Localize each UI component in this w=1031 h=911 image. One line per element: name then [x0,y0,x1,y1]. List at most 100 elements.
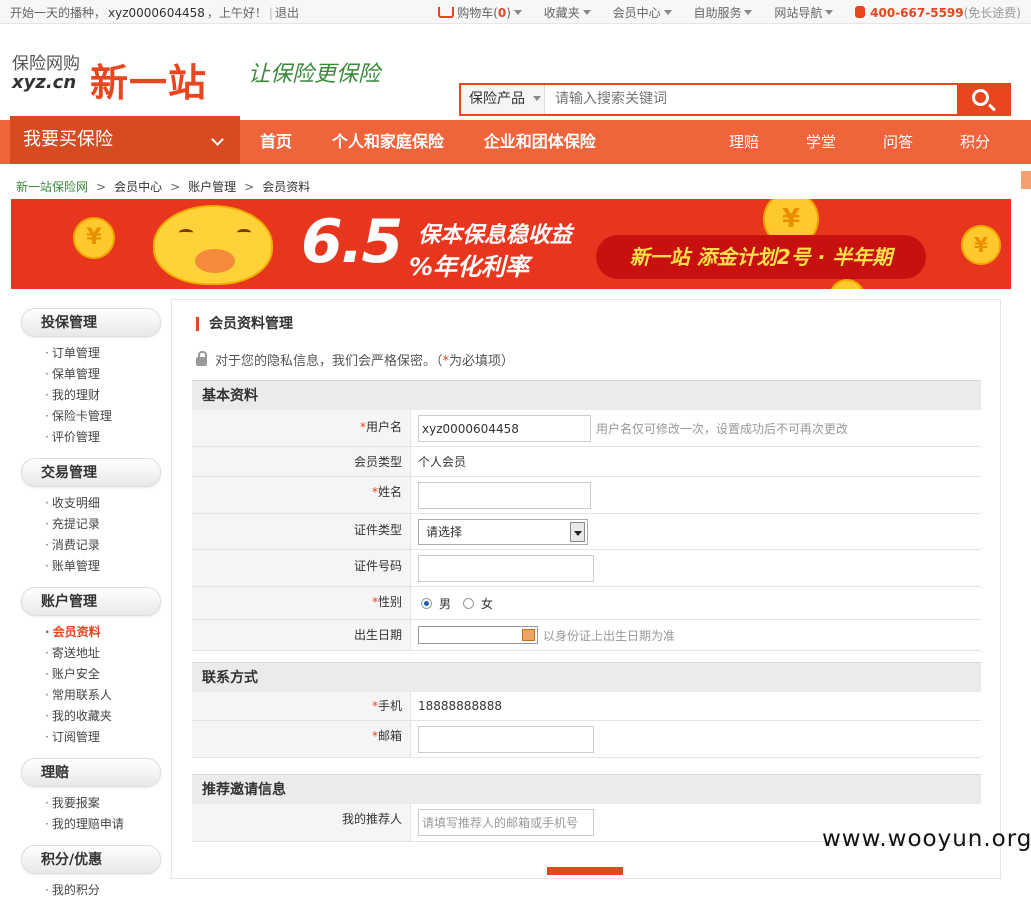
field-label: 我的推荐人 [192,804,411,841]
scrollbar-thumb[interactable] [1021,171,1031,189]
birth-date-hint: 以身份证上出生日期为准 [543,628,676,643]
search-input[interactable] [545,85,957,114]
save-button[interactable] [547,867,623,875]
nav-enterprise-insurance[interactable]: 企业和团体保险 [484,132,596,151]
nav-points[interactable]: 积分 [960,133,990,151]
chevron-down-icon [582,10,591,15]
breadcrumb: 新一站保险网 > 会员中心 > 账户管理 > 会员资料 [16,180,311,194]
section-heading: 推荐邀请信息 [192,774,981,804]
top-bar: 开始一天的播种， xyz0000604458 ，上午好！ | 退出 购物车(0) 收藏夹… [0,0,1031,24]
chevron-down-icon [513,10,522,15]
sidebar-item-report[interactable]: 我要报案 [45,793,161,814]
profile-panel: 会员资料管理 对于您的隐私信息，我们会严格保密。（*为必填项） 基本资料 *用户… [171,299,1001,879]
basic-info-section: 基本资料 *用户名 xyz0000604458 用户名仅可修改一次，设置成功后不可… [192,380,981,651]
member-center-menu[interactable]: 会员中心 [613,6,672,20]
favorites-menu[interactable]: 收藏夹 [544,6,591,20]
breadcrumb-current: 会员资料 [262,180,311,194]
chevron-down-icon [211,133,224,146]
id-type-select[interactable]: 请选择 [418,518,588,545]
sidebar-item-security[interactable]: 账户安全 [45,664,161,685]
calendar-icon[interactable] [522,629,535,641]
sidebar-item-deposits[interactable]: 充提记录 [45,514,161,535]
sidebar-item-favorites[interactable]: 我的收藏夹 [45,706,161,727]
field-label: *性别 [192,587,411,619]
chevron-down-icon [663,10,672,15]
phone-icon [855,6,866,18]
sidebar-item-cards[interactable]: 保险卡管理 [45,406,161,427]
coin-icon: ¥ [73,217,115,259]
sidebar-item-claim-requests[interactable]: 我的理赔申请 [45,814,161,835]
field-label: 会员类型 [192,447,411,476]
sidebar: 投保管理 订单管理 保单管理 我的理财 保险卡管理 评价管理 交易管理 收支明细… [21,308,161,911]
logo-tagline: 保险网购 [12,54,80,74]
buy-insurance-menu[interactable]: 我要买保险 [10,116,240,164]
sidebar-item-income[interactable]: 收支明细 [45,493,161,514]
hotline-note: (免长途费) [963,6,1021,20]
banner-subheadline: %年化利率 [409,253,530,281]
chevron-down-icon [744,10,753,15]
sidebar-item-reviews[interactable]: 评价管理 [45,427,161,448]
sidebar-item-points[interactable]: 我的积分 [45,880,161,901]
gender-male-radio[interactable]: 男 [421,595,451,612]
promo-banner[interactable]: ¥ ¥ ¥ 6.5 保本保息稳收益 %年化利率 新一站 添金计划2号 · 半年期 [11,199,1011,289]
sidebar-item-finance[interactable]: 我的理财 [45,385,161,406]
search-bar: 保险产品 [459,83,1011,116]
member-type-value: 个人会员 [418,455,467,469]
banner-headline: 保本保息稳收益 [418,223,573,248]
cart-link[interactable]: 购物车(0) [438,6,522,20]
header: 保险网购 xyz.cn 新一站 让保险更保险 保险产品 [0,24,1031,119]
site-nav-menu[interactable]: 网站导航 [774,6,834,20]
field-label: *手机 [192,692,411,720]
breadcrumb-account[interactable]: 账户管理 [188,180,236,194]
username-field[interactable]: xyz0000604458 [418,414,591,442]
sidebar-item-contacts[interactable]: 常用联系人 [45,685,161,706]
nav-claims[interactable]: 理赔 [729,133,759,151]
nav-home[interactable]: 首页 [260,132,292,151]
sidebar-group-title: 理赔 [21,758,161,787]
site-logo[interactable]: 保险网购 xyz.cn 新一站 让保险更保险 [12,54,380,105]
name-field[interactable] [418,481,591,509]
nav-qa[interactable]: 问答 [883,133,913,151]
watermark: www.wooyun.org [822,826,1031,852]
coin-icon: ¥ [961,225,1001,265]
sidebar-item-address[interactable]: 寄送地址 [45,643,161,664]
nav-school[interactable]: 学堂 [806,133,836,151]
username-link[interactable]: xyz0000604458 [108,6,205,20]
chevron-down-icon [570,521,585,542]
self-service-menu[interactable]: 自助服务 [693,6,753,20]
search-category-select[interactable]: 保险产品 [461,85,545,114]
sidebar-item-profile[interactable]: 会员资料 [45,622,161,643]
birth-date-field[interactable] [418,626,538,644]
breadcrumb-home[interactable]: 新一站保险网 [16,180,88,194]
section-heading: 基本资料 [192,380,981,410]
banner-rate: 6.5 [301,207,403,277]
logo-slogan: 让保险更保险 [248,62,381,87]
logo-brand: 新一站 [90,61,208,105]
section-heading: 联系方式 [192,662,981,692]
nav-personal-insurance[interactable]: 个人和家庭保险 [332,132,444,151]
field-label: 出生日期 [192,620,411,650]
referrer-field[interactable]: 请填写推荐人的邮箱或手机号 [418,809,594,836]
search-button[interactable] [957,85,1009,114]
sidebar-item-policies[interactable]: 保单管理 [45,364,161,385]
sidebar-item-subscriptions[interactable]: 订阅管理 [45,727,161,748]
id-number-field[interactable] [418,554,594,582]
email-field[interactable] [418,725,594,753]
logo-domain: xyz.cn [12,72,77,93]
radio-checked-icon [421,597,432,609]
chevron-down-icon [825,10,834,15]
breadcrumb-member-center[interactable]: 会员中心 [114,180,162,194]
radio-unchecked-icon [463,597,475,609]
sidebar-item-bills[interactable]: 账单管理 [45,556,161,577]
field-label: *邮箱 [192,721,411,757]
gender-female-radio[interactable]: 女 [463,595,493,612]
search-icon [972,89,989,106]
sidebar-item-consumption[interactable]: 消费记录 [45,535,161,556]
salutation-text: ，上午好！ [206,6,267,20]
logout-link[interactable]: 退出 [275,6,299,20]
sidebar-item-orders[interactable]: 订单管理 [45,343,161,364]
contact-section: 联系方式 *手机 18888888888 *邮箱 [192,662,981,758]
lock-icon [196,351,207,366]
coin-icon [829,279,865,289]
chevron-down-icon [533,96,541,101]
